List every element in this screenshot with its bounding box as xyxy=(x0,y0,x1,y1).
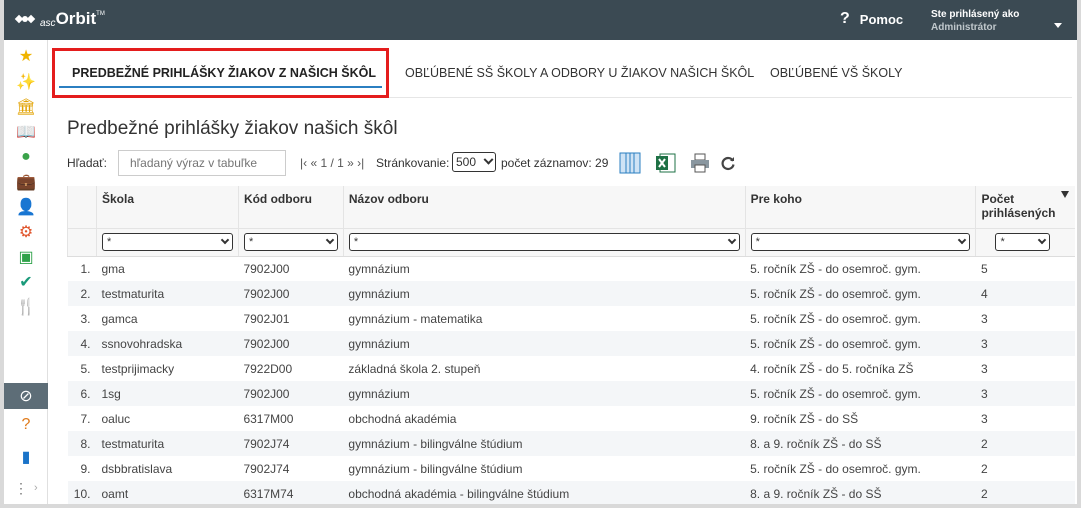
window-frame xyxy=(0,0,1081,508)
